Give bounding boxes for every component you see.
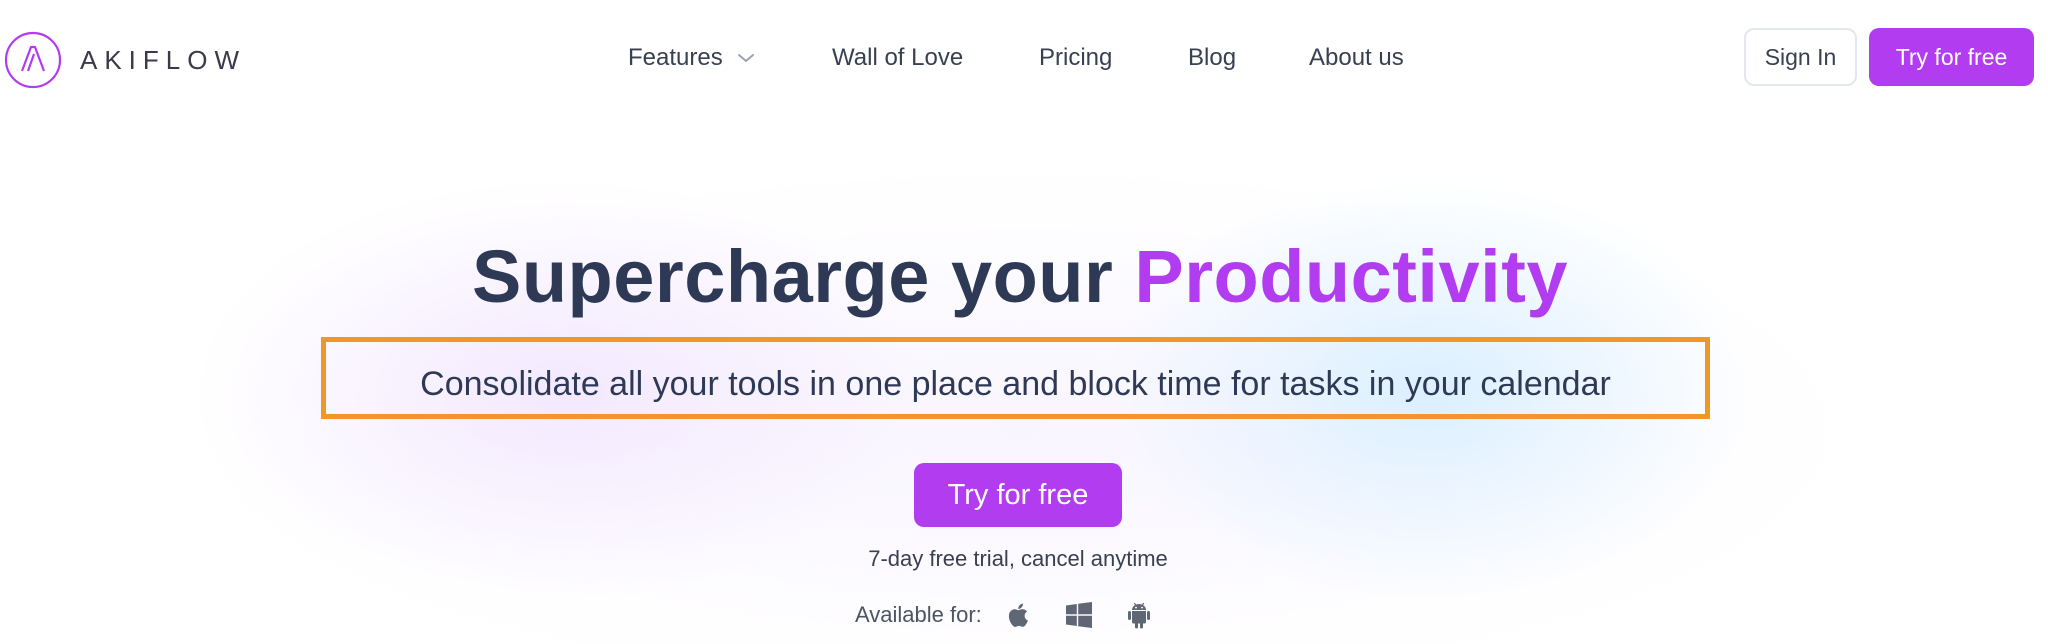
site-header: AKIFLOW Features Wall of Love Pricing Bl… [0,0,2048,116]
available-label: Available for: [855,602,982,627]
apple-icon[interactable] [1004,600,1034,630]
nav-item-about-us[interactable]: About us [1309,38,1404,78]
nav-item-features[interactable]: Features [628,38,755,78]
available-platforms: Available for: [855,597,1184,633]
android-icon[interactable] [1124,600,1154,630]
hero-title: Supercharge your Productivity [0,232,2040,322]
hero-title-accent: Productivity [1134,235,1568,318]
nav-item-blog[interactable]: Blog [1188,38,1236,78]
hero-title-prefix: Supercharge your [472,235,1135,318]
sign-in-button[interactable]: Sign In [1744,28,1857,86]
nav-item-pricing[interactable]: Pricing [1039,38,1112,78]
header-try-free-button[interactable]: Try for free [1869,28,2034,86]
hero-subtitle: Consolidate all your tools in one place … [420,365,1611,403]
brand-name: AKIFLOW [80,44,247,75]
logo[interactable]: AKIFLOW [4,31,246,89]
akiflow-logo-icon [4,31,62,89]
windows-icon[interactable] [1064,600,1094,630]
nav-item-wall-of-love[interactable]: Wall of Love [832,38,963,78]
trial-note: 7-day free trial, cancel anytime [868,546,1168,571]
chevron-down-icon [737,54,754,62]
hero-try-free-button[interactable]: Try for free [914,463,1122,527]
nav-item-label: Features [628,44,723,71]
